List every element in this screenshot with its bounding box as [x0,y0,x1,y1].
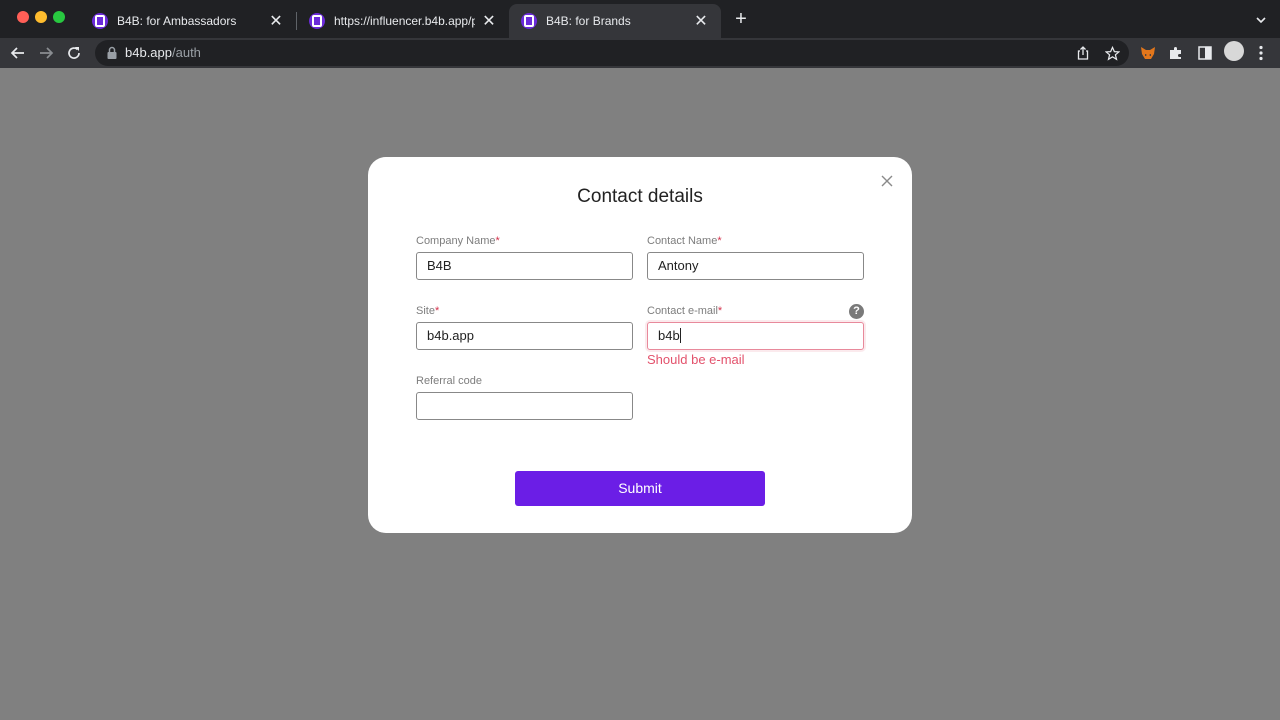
url-text: b4b.app/auth [125,45,201,61]
b4b-favicon-icon [92,13,108,29]
contact-name-label: Contact Name* [647,235,722,247]
referral-code-input[interactable] [416,392,633,420]
required-mark: * [717,235,722,247]
required-mark: * [717,305,723,317]
profile-avatar[interactable] [1224,41,1244,61]
back-icon[interactable] [8,43,28,63]
label-text: Company Name [416,235,496,247]
forward-icon[interactable] [36,43,56,63]
company-name-input[interactable]: B4B [416,252,633,280]
required-mark: * [495,235,500,247]
b4b-favicon-icon [309,13,325,29]
metamask-extension-icon[interactable] [1138,43,1158,63]
side-panel-icon[interactable] [1195,43,1215,63]
contact-email-label: Contact e-mail* [647,305,722,317]
share-icon[interactable] [1073,43,1093,63]
url-host: b4b.app [125,45,172,60]
chrome-menu-icon[interactable] [1251,43,1271,63]
b4b-favicon-icon [521,13,537,29]
tab-influencer[interactable]: https://influencer.b4b.app/prof ✕ [297,4,509,38]
tab-ambassadors[interactable]: B4B: for Ambassadors ✕ [80,4,296,38]
contact-email-value: b4b [658,328,680,343]
contact-name-input[interactable]: Antony [647,252,864,280]
lock-icon[interactable] [106,46,118,60]
referral-code-label: Referral code [416,375,483,387]
site-input[interactable]: b4b.app [416,322,633,350]
required-mark: * [434,305,440,317]
modal-title: Contact details [577,186,703,207]
close-tab-icon[interactable]: ✕ [268,13,284,30]
tab-brands[interactable]: B4B: for Brands ✕ [509,4,721,38]
address-bar[interactable]: b4b.app/auth [95,40,1129,66]
label-text: Contact e-mail [647,305,718,317]
tab-search-chevron-icon[interactable] [1253,12,1269,28]
tab-title: https://influencer.b4b.app/prof [334,14,475,28]
label-text: Site [416,305,435,317]
contact-email-input[interactable]: b4b [647,322,864,350]
reload-icon[interactable] [64,43,84,63]
close-tab-icon[interactable]: ✕ [693,13,709,30]
email-error-message: Should be e-mail [647,352,745,367]
help-icon[interactable]: ? [849,304,864,319]
browser-toolbar: b4b.app/auth [0,38,1280,68]
site-label: Site* [416,305,439,317]
tab-title: B4B: for Ambassadors [117,14,237,28]
tab-title: B4B: for Brands [546,14,631,28]
window-close-button[interactable] [17,11,29,23]
window-minimize-button[interactable] [35,11,47,23]
contact-details-modal: Contact details Company Name* B4B Contac… [368,157,912,533]
label-text: Contact Name [647,235,718,247]
url-path: /auth [172,45,201,60]
browser-tab-bar: B4B: for Ambassadors ✕ https://influence… [0,0,1280,38]
submit-button[interactable]: Submit [515,471,765,506]
extensions-puzzle-icon[interactable] [1166,43,1186,63]
close-tab-icon[interactable]: ✕ [481,13,497,30]
text-caret [679,328,681,343]
window-maximize-button[interactable] [53,11,65,23]
bookmark-star-icon[interactable] [1102,43,1122,63]
new-tab-button[interactable]: + [731,9,751,29]
company-name-label: Company Name* [416,235,500,247]
